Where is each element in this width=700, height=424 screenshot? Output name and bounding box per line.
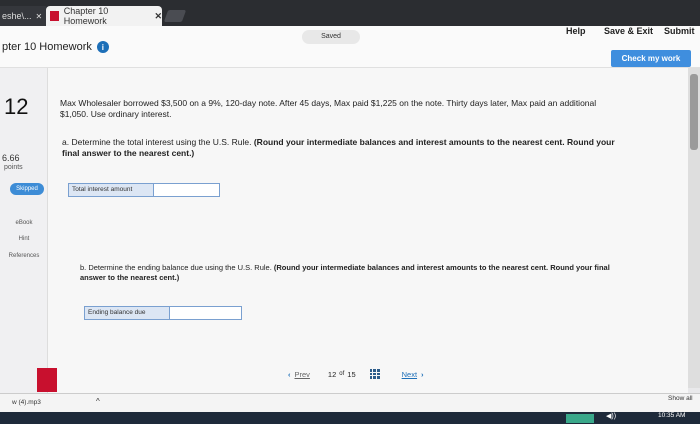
tab-label: eshe\... [2,11,32,21]
problem-statement: Max Wholesaler borrowed $3,500 on a 9%, … [60,98,597,119]
scrollbar-thumb[interactable] [690,74,698,150]
assignment-title: pter 10 Homework i [2,41,109,53]
question-pager: ‹ Prev 12 of 15 Next › [284,369,428,379]
new-tab-button[interactable] [163,10,187,22]
points-value: 6.66 [2,153,20,163]
ebook-link[interactable]: eBook [0,220,48,226]
references-link[interactable]: References [0,253,48,259]
chevron-right-icon[interactable]: › [421,370,424,379]
part-b-answer-row: Ending balance due [84,306,242,320]
hint-link[interactable]: Hint [0,236,48,242]
os-taskbar: ◀)) 10:35 AM [0,412,700,424]
check-my-work-button[interactable]: Check my work [611,50,691,67]
points-label: points [4,164,23,171]
chevron-up-icon[interactable]: ^ [96,397,100,406]
info-icon[interactable]: i [96,41,109,53]
submit-button[interactable]: Submit [664,26,695,36]
browser-tab-strip: eshe\... ✕ Chapter 10 Homework ✕ [0,0,700,26]
total-interest-label: Total interest amount [68,183,154,197]
page-current: 12 [327,369,337,379]
ending-balance-input[interactable] [170,306,242,320]
page-scrollbar[interactable] [688,68,700,388]
assignment-header: pter 10 Homework i Saved Help Save & Exi… [0,26,700,68]
mcgraw-hill-favicon-icon [50,11,59,21]
chevron-left-icon[interactable]: ‹ [288,370,291,379]
part-a-text: a. Determine the total interest using th… [62,137,252,147]
question-number: 12 [4,94,29,119]
close-icon[interactable]: ✕ [36,12,43,21]
prev-button[interactable]: Prev [295,370,310,379]
saved-status-badge: Saved [302,30,360,44]
assignment-title-text: pter 10 Homework [2,41,92,53]
tab-label: Chapter 10 Homework [63,6,109,26]
part-a-prompt: a. Determine the total interest using th… [62,137,622,159]
show-all-button[interactable]: Show all [668,395,693,402]
close-icon[interactable]: ✕ [154,11,162,22]
status-badge: Skipped [10,183,44,195]
mcgraw-hill-logo [37,368,57,392]
question-grid-icon[interactable] [369,369,380,379]
save-exit-button[interactable]: Save & Exit [604,26,653,36]
part-b-text: b. Determine the ending balance due usin… [80,263,272,272]
volume-icon[interactable]: ◀)) [606,412,616,420]
page-total: 15 [347,369,356,379]
total-interest-input[interactable] [154,183,220,197]
part-b-prompt: b. Determine the ending balance due usin… [80,263,620,283]
help-button[interactable]: Help [566,26,586,36]
next-button[interactable]: Next [402,370,417,379]
part-a-answer-row: Total interest amount [68,183,220,197]
page-of-label: of [339,371,345,377]
clock: 10:35 AM [658,412,686,419]
browser-tab-previous[interactable]: eshe\... ✕ [0,6,46,26]
browser-tab-active[interactable]: Chapter 10 Homework ✕ [46,6,162,26]
tray-app-icon[interactable] [566,414,594,423]
download-item[interactable]: w (4).mp3 [12,399,41,406]
ending-balance-label: Ending balance due [84,306,170,320]
downloads-bar: w (4).mp3 ^ Show all [0,393,700,412]
